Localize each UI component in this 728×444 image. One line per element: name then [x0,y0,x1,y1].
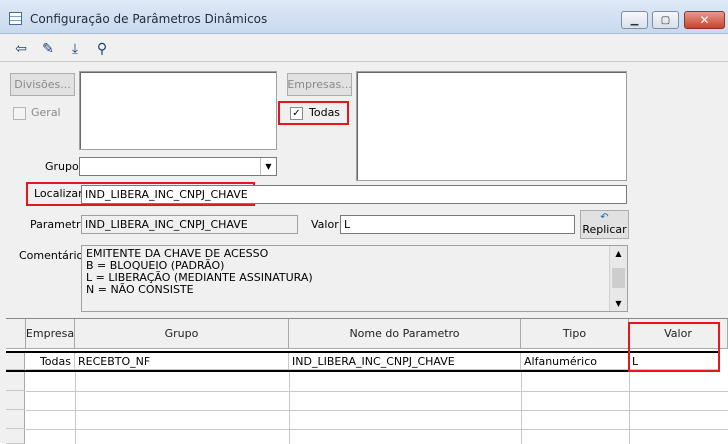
row-indicator [6,372,25,391]
grid-line [289,372,290,444]
grupo-combobox[interactable]: ▼ [79,157,277,176]
row-indicator [6,410,25,429]
scroll-up-icon[interactable]: ▲ [610,246,627,260]
valor-column-highlight [628,322,720,372]
parametro-field: IND_LIBERA_INC_CNPJ_CHAVE [81,215,298,234]
save-button[interactable]: ⤓ [63,37,87,61]
window-title: Configuração de Parâmetros Dinâmicos [30,12,268,26]
checkmark-icon: ✓ [292,108,301,119]
row-indicator [6,391,25,410]
toolbar-divider [0,61,728,62]
exit-icon: ⇦ [15,41,27,57]
replicar-button[interactable]: ↶ Replicar [580,210,629,239]
todas-checkbox[interactable]: ✓ [290,107,303,120]
save-download-icon: ⤓ [71,41,79,57]
geral-checkbox[interactable] [13,107,26,120]
grid-line [26,429,728,430]
scroll-thumb[interactable] [612,268,625,288]
column-header-grupo[interactable]: Grupo [75,319,289,349]
valor-input[interactable]: L [340,215,575,234]
comentarios-scrollbar[interactable]: ▲ ▼ [609,246,627,311]
comentarios-memo[interactable]: EMITENTE DA CHAVE DE ACESSO B = BLOQUEIO… [81,245,628,312]
chevron-down-icon[interactable]: ▼ [260,158,276,175]
grupo-label: Grupo [45,160,79,173]
cell-empresa[interactable]: Todas [26,353,75,370]
search-button[interactable]: ⚲ [90,37,114,61]
column-header-empresa[interactable]: Empresa [26,319,75,349]
cell-tipo[interactable]: Alfanumérico [521,353,629,370]
title-bar: Configuração de Parâmetros Dinâmicos ▁ ▢… [0,0,728,34]
window-grid-icon [9,12,22,25]
divisoes-button[interactable]: Divisões... [10,73,75,96]
maximize-icon: ▢ [660,14,671,26]
grid-line [26,391,728,392]
replicate-arrow-icon: ↶ [600,212,609,223]
replicar-label: Replicar [582,223,627,236]
close-icon: ✕ [699,13,710,27]
grid-corner [6,319,26,349]
minimize-icon: ▁ [630,14,639,26]
empresas-list[interactable] [356,71,627,181]
todas-label: Todas [309,106,341,119]
localizar-input[interactable]: IND_LIBERA_INC_CNPJ_CHAVE [81,185,627,204]
parametro-label: Parametro [30,218,87,231]
row-indicator[interactable] [6,353,25,370]
maximize-button[interactable]: ▢ [652,11,679,29]
eraser-icon: ✎ [42,41,54,57]
grid-line [26,410,728,411]
empresas-button[interactable]: Empresas... [287,73,352,96]
cell-nome[interactable]: IND_LIBERA_INC_CNPJ_CHAVE [289,353,521,370]
localizar-label: Localizar [34,187,83,200]
clear-button[interactable]: ✎ [36,37,60,61]
comentarios-label: Comentários [19,249,89,262]
row-indicator [6,429,25,444]
scroll-down-icon[interactable]: ▼ [610,296,627,310]
comentario-line: N = NÃO CONSISTE [86,283,194,296]
grid-line [521,372,522,444]
grid-line [75,372,76,444]
binoculars-icon: ⚲ [96,41,108,57]
geral-label: Geral [31,106,61,119]
column-header-tipo[interactable]: Tipo [521,319,629,349]
grid-line [629,372,630,444]
close-button[interactable]: ✕ [684,11,725,29]
column-header-nome[interactable]: Nome do Parametro [289,319,521,349]
valor-label: Valor [311,218,339,231]
divisoes-list[interactable] [79,71,277,150]
exit-button[interactable]: ⇦ [9,37,33,61]
cell-grupo[interactable]: RECEBTO_NF [75,353,289,370]
parametros-grid: Empresa Grupo Nome do Parametro Tipo Val… [6,318,728,444]
row-bottom-line [6,370,720,372]
minimize-button[interactable]: ▁ [621,11,648,29]
